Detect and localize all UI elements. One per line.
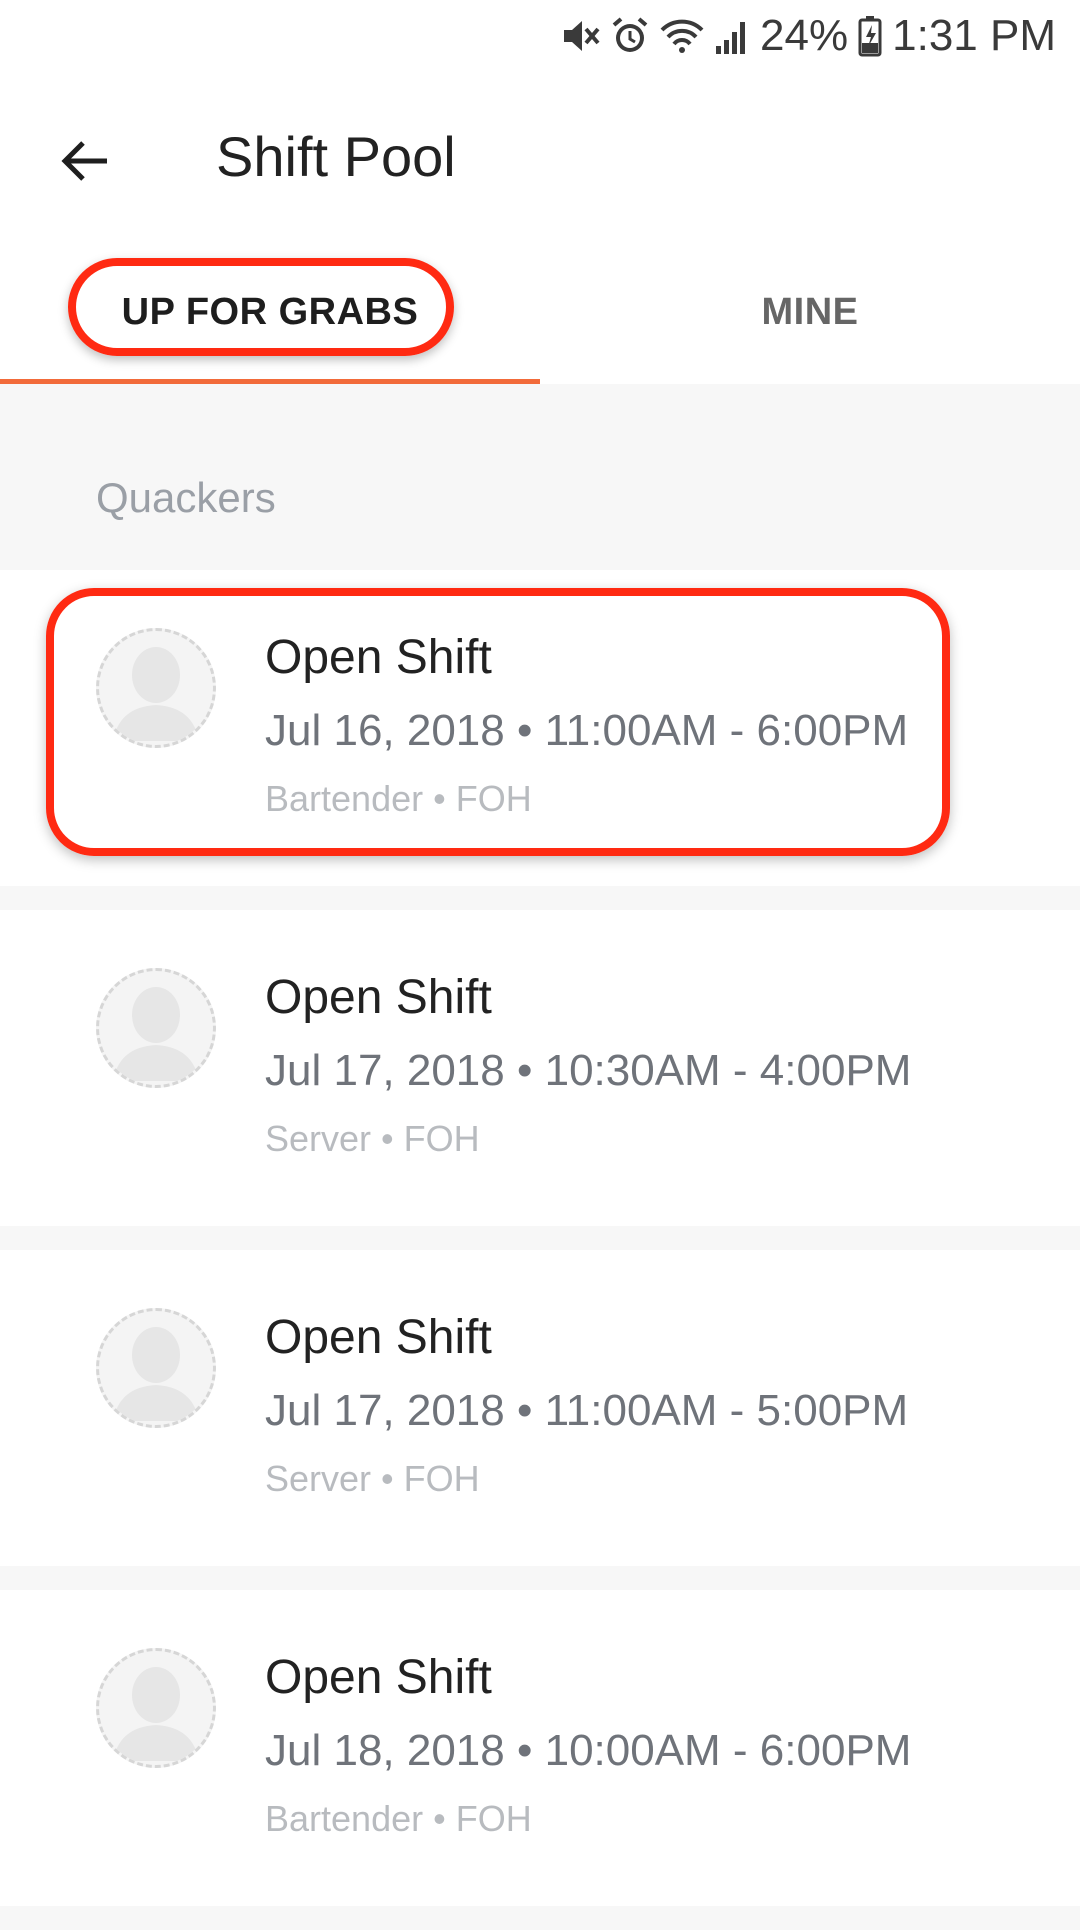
divider bbox=[0, 1906, 1080, 1930]
shift-role: Server • FOH bbox=[265, 1118, 480, 1159]
tab-mine[interactable]: MINE bbox=[540, 240, 1080, 384]
tab-up-for-grabs[interactable]: UP FOR GRABS bbox=[0, 240, 540, 384]
shift-time: Jul 17, 2018 • 10:30AM - 4:00PM bbox=[265, 1046, 912, 1095]
divider bbox=[0, 1566, 1080, 1590]
shift-time: Jul 17, 2018 • 11:00AM - 5:00PM bbox=[265, 1386, 909, 1435]
clock-time: 1:31 PM bbox=[892, 11, 1056, 60]
shift-title: Open Shift bbox=[265, 971, 492, 1024]
status-bar: 24% 1:31 PM bbox=[0, 0, 1080, 72]
avatar-placeholder-icon bbox=[96, 968, 216, 1088]
section-header: Quackers bbox=[0, 384, 1080, 570]
divider bbox=[0, 886, 1080, 910]
wifi-icon bbox=[660, 16, 704, 56]
battery-charging-icon bbox=[858, 15, 882, 57]
alarm-icon bbox=[610, 16, 650, 56]
list-item[interactable]: Open Shift Jul 17, 2018 • 11:00AM - 5:00… bbox=[0, 1250, 1080, 1566]
signal-icon bbox=[714, 16, 750, 56]
shift-time: Jul 18, 2018 • 10:00AM - 6:00PM bbox=[265, 1726, 912, 1775]
shift-title: Open Shift bbox=[265, 631, 492, 684]
shift-role: Bartender • FOH bbox=[265, 1798, 532, 1839]
shift-title: Open Shift bbox=[265, 1651, 492, 1704]
list-item[interactable]: Open Shift Jul 16, 2018 • 11:00AM - 6:00… bbox=[0, 570, 1080, 886]
shift-list: Open Shift Jul 16, 2018 • 11:00AM - 6:00… bbox=[0, 570, 1080, 1930]
shift-title: Open Shift bbox=[265, 1311, 492, 1364]
page-title: Shift Pool bbox=[216, 125, 456, 188]
app-bar: Shift Pool bbox=[0, 72, 1080, 240]
avatar-placeholder-icon bbox=[96, 628, 216, 748]
list-item[interactable]: Open Shift Jul 17, 2018 • 10:30AM - 4:00… bbox=[0, 910, 1080, 1226]
avatar-placeholder-icon bbox=[96, 1308, 216, 1428]
arrow-left-icon bbox=[61, 141, 107, 181]
mute-icon bbox=[560, 16, 600, 56]
battery-percent: 24% bbox=[760, 11, 849, 60]
divider bbox=[0, 1226, 1080, 1250]
shift-time: Jul 16, 2018 • 11:00AM - 6:00PM bbox=[265, 706, 909, 755]
list-item[interactable]: Open Shift Jul 18, 2018 • 10:00AM - 6:00… bbox=[0, 1590, 1080, 1906]
location-label: Quackers bbox=[96, 474, 276, 521]
avatar-placeholder-icon bbox=[96, 1648, 216, 1768]
back-button[interactable] bbox=[40, 116, 130, 206]
tab-bar: UP FOR GRABS MINE bbox=[0, 240, 1080, 384]
status-icons: 24% 1:31 PM bbox=[560, 8, 1056, 64]
shift-role: Bartender • FOH bbox=[265, 778, 532, 819]
shift-role: Server • FOH bbox=[265, 1458, 480, 1499]
